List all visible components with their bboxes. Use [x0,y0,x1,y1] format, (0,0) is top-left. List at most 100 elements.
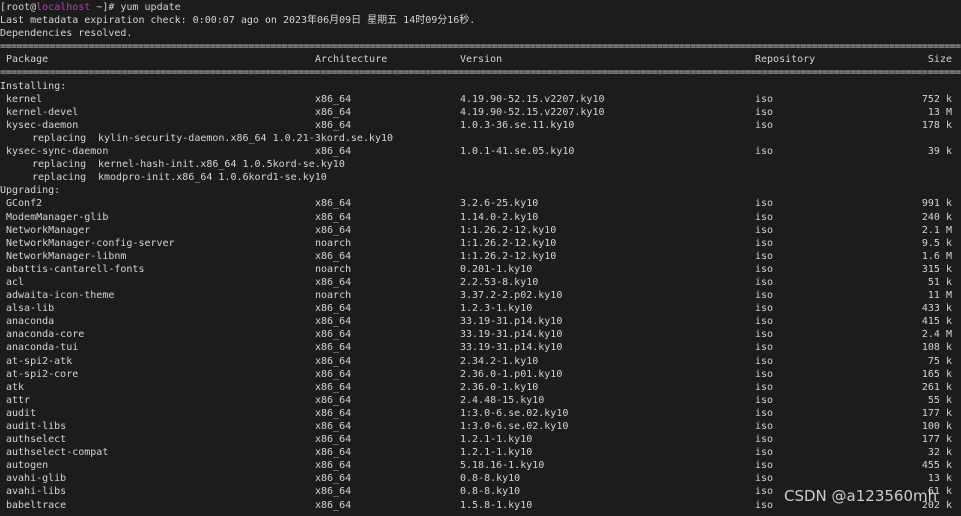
package-repo: iso [755,329,774,341]
prompt-path: ~]# [90,2,121,13]
table-row: anaconda-tui x86_64 33.19-31.p14.ky10 iso 10… [0,341,961,354]
package-size: 39 k [927,146,952,158]
separator: ========================================… [0,41,961,53]
package-name: anaconda-tui [6,342,79,354]
table-row: audit-libs x86_64 1:3.0-6.se.02.ky10 iso 100… [0,420,961,433]
package-size: 55 k [927,394,952,406]
header-package: Package [6,54,49,66]
package-repo: iso [755,119,774,131]
package-version: 2.34.2-1.ky10 [460,355,539,367]
package-size: 75 k [927,355,952,367]
package-size: 108 k [921,342,952,354]
package-size: 2.1 M [921,224,952,236]
dependencies-line: Dependencies resolved. [0,28,133,40]
package-version: 3.2.6-25.ky10 [460,198,539,210]
package-name: kysec-sync-daemon [6,146,109,158]
package-name: kernel-devel [6,106,79,118]
package-size: 9.5 k [921,237,952,249]
package-repo: iso [755,250,774,262]
table-row: GConf2 x86_64 3.2.6-25.ky10 iso 991 k [0,197,961,210]
package-arch: x86_64 [315,316,352,328]
package-name: attr [6,394,31,406]
package-arch: x86_64 [315,329,352,341]
package-name: adwaita-icon-theme [6,290,115,302]
package-repo: iso [755,276,774,288]
package-repo: iso [755,381,774,393]
package-arch: x86_64 [315,473,352,485]
package-arch: x86_64 [315,342,352,354]
package-repo: iso [755,342,774,354]
package-repo: iso [755,93,774,105]
package-name: ModemManager-glib [6,211,109,223]
metadata-line: Last metadata expiration check: 0:00:07 … [0,15,476,27]
table-row: at-spi2-core x86_64 2.36.0-1.p01.ky10 iso 16… [0,368,961,381]
package-size: 177 k [921,434,952,446]
package-version: 4.19.90-52.15.v2207.ky10 [460,106,605,118]
package-name: autogen [6,460,49,472]
package-name: at-spi2-atk [6,355,73,367]
package-version: 1.0.1-41.se.05.ky10 [460,146,575,158]
table-row: kysec-daemon x86_64 1.0.3-36.se.11.ky10 iso… [0,119,961,132]
package-version: 1:3.0-6.se.02.ky10 [460,407,569,419]
package-size: 100 k [921,421,952,432]
table-row: kernel-devel x86_64 4.19.90-52.15.v2207.ky… [0,106,961,119]
package-name: audit-libs [6,421,67,432]
package-size: 165 k [921,368,952,380]
package-name: acl [6,276,25,288]
package-repo: iso [755,460,774,472]
header-repository: Repository [755,54,816,66]
package-size: 11 M [927,290,952,302]
package-arch: x86_64 [315,499,352,511]
package-name: babeltrace [6,499,67,511]
package-size: 261 k [921,381,952,393]
package-name: alsa-lib [6,303,55,315]
package-name: kysec-daemon [6,119,79,131]
package-name: at-spi2-core [6,368,79,380]
package-arch: x86_64 [315,434,352,446]
package-name: anaconda-core [6,329,85,341]
package-name: NetworkManager-config-server [6,237,175,249]
separator: ========================================… [0,67,961,79]
package-name: GConf2 [6,198,43,210]
package-size: 240 k [921,211,952,223]
table-row: avahi-glib x86_64 0.8-8.ky10 iso 13 k [0,472,961,485]
package-size: 32 k [927,447,952,459]
package-version: 2.4.48-15.ky10 [460,394,545,406]
table-row: ModemManager-glib x86_64 1.14.0-2.ky10 iso 2… [0,211,961,224]
package-version: 5.18.16-1.ky10 [460,460,545,472]
watermark: CSDN @a123560mh [784,487,938,505]
package-repo: iso [755,211,774,223]
package-version: 2.36.0-1.ky10 [460,381,539,393]
replaced-package: kernel-hash-init.x86_64 1.0.5kord-se.ky1… [98,159,345,171]
package-size: 178 k [921,119,952,131]
package-size: 1.6 M [921,250,952,262]
package-name: atk [6,381,25,393]
table-row: alsa-lib x86_64 1.2.3-1.ky10 iso 433 k [0,302,961,315]
replaced-package: kylin-security-daemon.x86_64 1.0.21-3kor… [98,132,394,144]
package-arch: noarch [315,237,352,249]
package-repo: iso [755,290,774,302]
package-version: 1.0.3-36.se.11.ky10 [460,119,575,131]
package-repo: iso [755,106,774,118]
package-repo: iso [755,224,774,236]
terminal-output[interactable]: [root@localhost ~]# yum update Last meta… [0,1,961,512]
package-name: abattis-cantarell-fonts [6,263,145,275]
table-row: authselect-compat x86_64 1.2.1-1.ky10 iso 32… [0,446,961,459]
package-arch: x86_64 [315,119,352,131]
replacing-label: replacing [32,132,87,144]
table-row: adwaita-icon-theme noarch 3.37.2-2.p02.ky1… [0,289,961,302]
table-row: attr x86_64 2.4.48-15.ky10 iso 55 k [0,394,961,407]
package-name: authselect-compat [6,447,109,459]
package-arch: x86_64 [315,368,352,380]
package-repo: iso [755,447,774,459]
package-version: 0.201-1.ky10 [460,263,533,275]
command-text: yum update [120,2,181,13]
table-row: anaconda-core x86_64 33.19-31.p14.ky10 iso 2… [0,328,961,341]
package-arch: x86_64 [315,381,352,393]
package-version: 1.2.1-1.ky10 [460,434,533,446]
package-arch: x86_64 [315,394,352,406]
package-version: 1.2.3-1.ky10 [460,303,533,315]
table-row: authselect x86_64 1.2.1-1.ky10 iso 177 k [0,433,961,446]
package-name: anaconda [6,316,55,328]
package-version: 1.5.8-1.ky10 [460,499,533,511]
